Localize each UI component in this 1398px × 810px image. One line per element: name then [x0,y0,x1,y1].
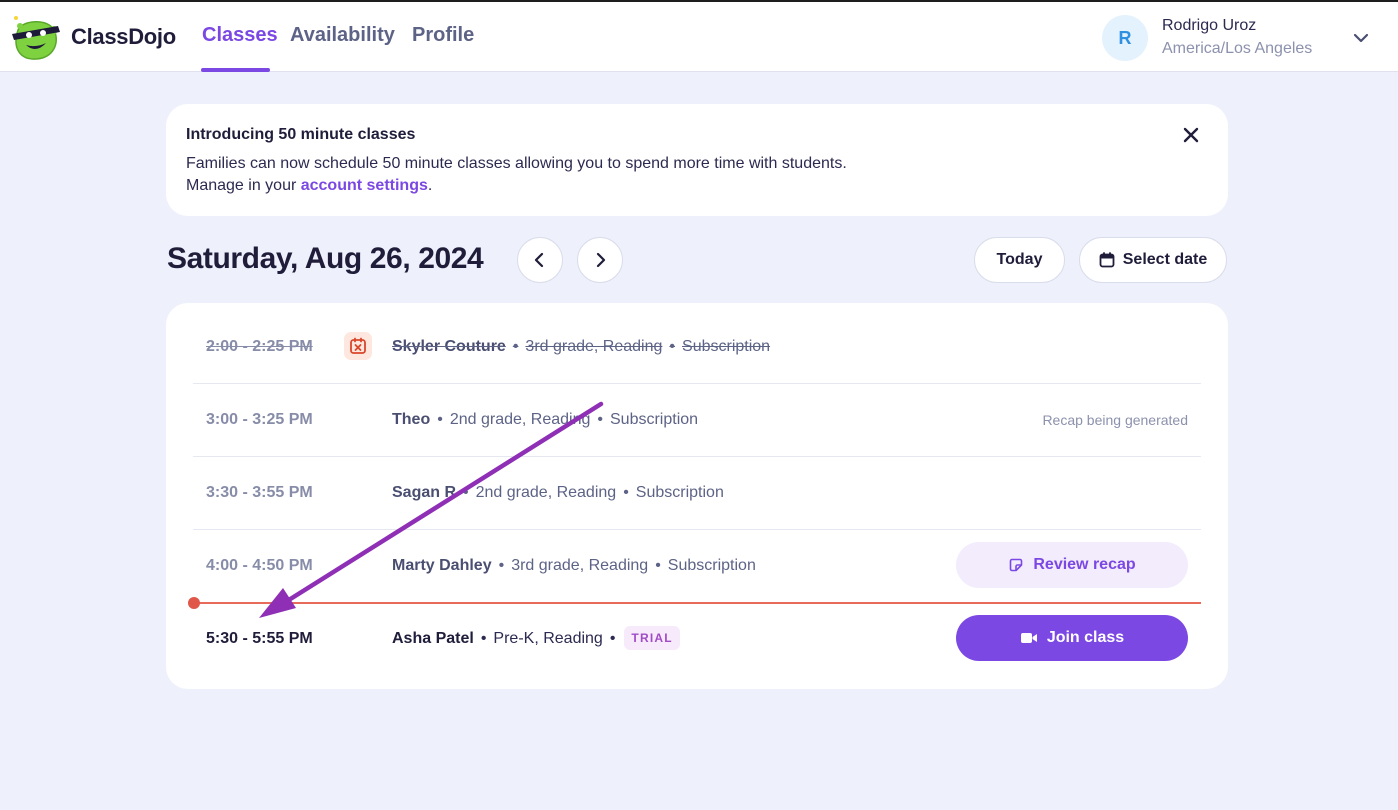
class-type: Subscription [610,411,699,428]
class-details: Asha Patel • Pre-K, Reading • TRIAL [392,626,680,650]
class-row[interactable]: 3:30 - 3:55 PM Sagan R • 2nd grade, Readin… [166,456,1228,529]
select-date-label: Select date [1122,251,1208,268]
user-name[interactable]: Rodrigo Uroz [1162,17,1256,35]
class-time: 2:00 - 2:25 PM [206,338,313,355]
tab-availability[interactable]: Availability [290,24,395,47]
class-details: Theo • 2nd grade, Reading • Subscription [392,411,699,428]
class-type: Subscription [667,557,756,574]
classdojo-logo-icon[interactable] [8,12,64,64]
trial-badge: TRIAL [624,626,680,650]
user-timezone: America/Los Angeles [1162,40,1313,57]
chevron-left-icon [534,252,544,268]
today-button-label: Today [996,251,1043,268]
class-type: Subscription [635,484,724,501]
video-camera-icon [1020,633,1037,643]
student-name: Marty Dahley [392,557,492,574]
class-time: 3:30 - 3:55 PM [206,484,313,501]
user-avatar[interactable]: R [1102,15,1148,61]
class-schedule-list: 2:00 - 2:25 PM Skyler Couture • 3rd grade,… [166,303,1228,689]
today-button[interactable]: Today [974,237,1065,283]
student-name: Skyler Couture [392,338,506,355]
active-tab-indicator [201,68,270,72]
select-date-button[interactable]: Select date [1079,237,1227,283]
selected-date-heading: Saturday, Aug 26, 2024 [167,242,484,275]
next-day-button[interactable] [577,237,623,283]
announcement-title: Introducing 50 minute classes [186,126,416,143]
student-name: Asha Patel [392,630,474,647]
class-row[interactable]: 4:00 - 4:50 PM Marty Dahley • 3rd grade, R… [166,529,1228,602]
join-class-button[interactable]: Join class [956,615,1188,661]
student-name: Sagan R [392,484,457,501]
class-grade: 3rd grade, Reading [511,557,649,574]
recap-icon [1010,558,1023,572]
class-details: Skyler Couture • 3rd grade, Reading • Subscr… [392,338,771,355]
class-type: Subscription [682,338,771,355]
class-row-current[interactable]: 5:30 - 5:55 PM Asha Patel • Pre-K, Reading… [166,602,1228,675]
tab-classes[interactable]: Classes [202,24,278,47]
calendar-icon [1099,252,1115,268]
class-time: 4:00 - 4:50 PM [206,557,313,574]
class-row[interactable]: 3:00 - 3:25 PM Theo • 2nd grade, Reading • S… [166,383,1228,456]
class-grade: 2nd grade, Reading [475,484,617,501]
student-name: Theo [392,411,431,428]
review-recap-button[interactable]: Review recap [956,542,1188,588]
class-grade: 2nd grade, Reading [449,411,591,428]
account-settings-link[interactable]: account settings [301,177,428,194]
class-grade: Pre-K, Reading [493,630,603,647]
calendar-cancel-icon [344,332,372,360]
class-grade: 3rd grade, Reading [525,338,663,355]
announcement-prefix: Manage in your [186,177,301,194]
chevron-right-icon [596,252,606,268]
tab-profile[interactable]: Profile [412,24,474,47]
top-navigation-bar: ClassDojo Classes Availability Profile R… [0,0,1398,72]
join-class-label: Join class [1046,629,1125,646]
brand-name: ClassDojo [71,24,176,49]
announcement-banner: Introducing 50 minute classes Families c… [166,104,1228,216]
announcement-text: Families can now schedule 50 minute clas… [186,155,847,172]
class-details: Sagan R • 2nd grade, Reading • Subscription [392,484,724,501]
class-details: Marty Dahley • 3rd grade, Reading • Subscrip… [392,557,756,574]
recap-status: Recap being generated [1042,412,1188,428]
chevron-down-icon[interactable] [1351,28,1371,48]
review-recap-label: Review recap [1033,556,1136,573]
class-time: 3:00 - 3:25 PM [206,411,313,428]
previous-day-button[interactable] [517,237,563,283]
class-time: 5:30 - 5:55 PM [206,630,313,647]
announcement-suffix: . [427,177,433,194]
class-row-canceled[interactable]: 2:00 - 2:25 PM Skyler Couture • 3rd grade,… [166,310,1228,383]
close-icon[interactable] [1180,124,1202,146]
announcement-settings-line: Manage in your account settings. [186,177,432,195]
